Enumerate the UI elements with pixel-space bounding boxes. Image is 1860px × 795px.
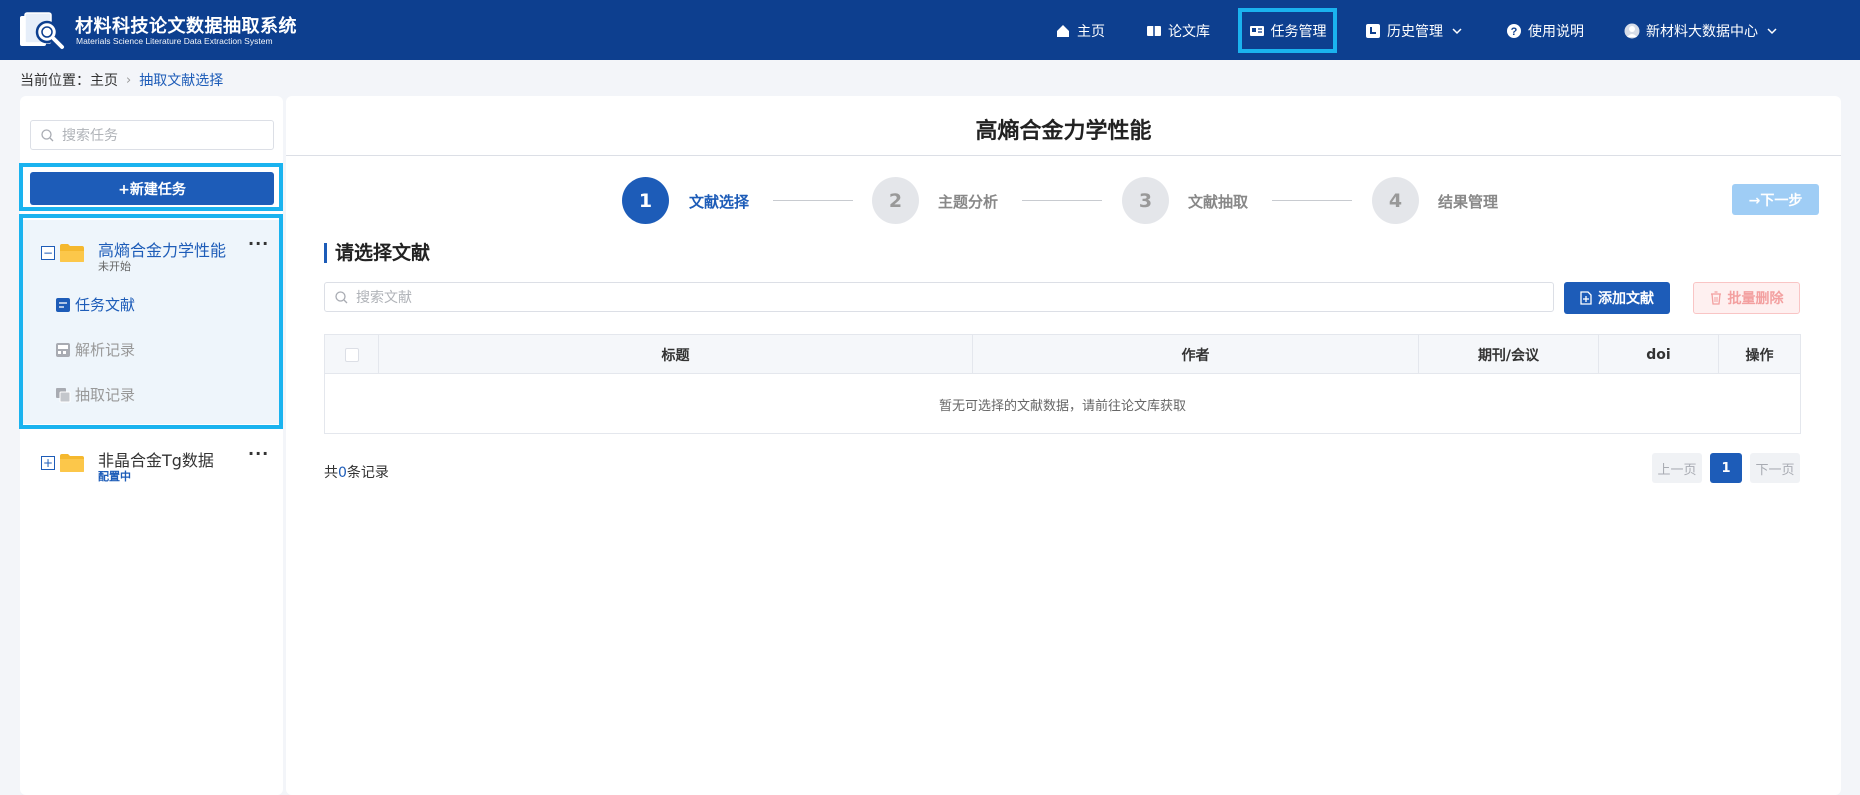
task-sidebar: 搜索任务 +新建任务 − 高熵合金力学性能 未开始 ··· 任务文献 解析记录 …: [19, 96, 283, 795]
task-search-placeholder: 搜索任务: [62, 128, 118, 144]
breadcrumb-prefix: 当前位置：: [20, 73, 90, 89]
record-count: 共0条记录: [324, 462, 389, 482]
batch-delete-button[interactable]: 批量删除: [1693, 282, 1800, 314]
step-2-circle: 2: [872, 177, 919, 224]
nav-user-label: 新材料大数据中心: [1646, 23, 1758, 40]
help-icon: ?: [1507, 23, 1521, 38]
record-count-suffix: 条记录: [346, 465, 389, 481]
step-connector: [1022, 200, 1102, 201]
search-icon: [41, 128, 54, 141]
nav-help[interactable]: ? 使用说明: [1496, 8, 1594, 53]
task-card-icon: [1249, 25, 1264, 36]
column-header-doi: doi: [1599, 335, 1719, 374]
nav-help-label: 使用说明: [1528, 23, 1584, 40]
top-navbar: 材料科技论文数据抽取系统 Materials Science Literatur…: [0, 0, 1860, 60]
breadcrumb-home[interactable]: 主页: [90, 70, 118, 90]
new-task-button[interactable]: +新建任务: [30, 172, 274, 205]
column-header-title: 标题: [379, 335, 973, 374]
divider: [286, 155, 1841, 156]
column-header-author: 作者: [973, 335, 1419, 374]
add-document-button[interactable]: 添加文献: [1564, 282, 1670, 314]
section-title: 请选择文献: [324, 243, 430, 263]
task-status: 配置中: [98, 470, 131, 483]
expand-icon[interactable]: +: [41, 456, 55, 470]
folder-icon: [60, 454, 84, 472]
add-document-label: 添加文献: [1598, 291, 1654, 307]
nav-home[interactable]: 主页: [1045, 8, 1115, 53]
nav-home-label: 主页: [1077, 23, 1105, 40]
table-empty-text: 暂无可选择的文献数据，请前往论文库获取: [938, 398, 1186, 414]
batch-delete-label: 批量删除: [1727, 291, 1784, 307]
file-add-icon: [1580, 291, 1592, 305]
highlight-frame: [19, 214, 283, 429]
select-all-cell: [325, 335, 379, 374]
task-item-collapsed: + 非晶合金Tg数据 配置中 ···: [20, 436, 283, 483]
chevron-down-icon: [1767, 27, 1777, 34]
breadcrumb: 当前位置： 主页 › 抽取文献选择: [20, 70, 223, 90]
nav-history-label: 历史管理: [1387, 23, 1443, 40]
logo-icon: [20, 12, 64, 49]
nav-task-management[interactable]: 任务管理: [1238, 8, 1337, 53]
nav-task-label: 任务管理: [1270, 23, 1327, 40]
page-number-button[interactable]: 1: [1710, 453, 1742, 483]
task-search-input[interactable]: 搜索任务: [30, 120, 274, 150]
nav-library-label: 论文库: [1168, 23, 1210, 40]
app-subtitle: Materials Science Literature Data Extrac…: [76, 36, 273, 46]
user-avatar-icon: [1624, 23, 1640, 38]
history-icon: [1366, 23, 1380, 38]
select-all-checkbox[interactable]: [344, 347, 359, 362]
chevron-down-icon: [1452, 27, 1462, 34]
step-1-label: 文献选择: [689, 193, 750, 211]
column-header-journal: 期刊/会议: [1419, 335, 1599, 374]
record-count-prefix: 共: [324, 465, 338, 481]
table-header: 标题 作者 期刊/会议 doi 操作: [325, 335, 1800, 374]
step-connector: [773, 200, 853, 201]
page-title: 高熵合金力学性能: [975, 119, 1152, 144]
book-icon: [1147, 25, 1161, 36]
app-title: 材料科技论文数据抽取系统: [75, 16, 297, 37]
document-table: 标题 作者 期刊/会议 doi 操作 暂无可选择的文献数据，请前往论文库获取: [324, 334, 1801, 434]
main-panel: 高熵合金力学性能 1 文献选择 2 主题分析 3 文献抽取 4 结果管理 →下一…: [286, 96, 1841, 795]
nav-history[interactable]: 历史管理: [1355, 8, 1473, 53]
step-3-label: 文献抽取: [1188, 193, 1249, 211]
more-icon[interactable]: ···: [248, 444, 269, 463]
next-page-button[interactable]: 下一页: [1750, 453, 1800, 483]
svg-text:?: ?: [1511, 26, 1518, 38]
trash-icon: [1710, 291, 1721, 305]
column-header-actions: 操作: [1745, 347, 1774, 364]
document-search-input[interactable]: 搜索文献: [324, 282, 1554, 312]
chevron-right-icon: ›: [126, 72, 132, 88]
document-search-placeholder: 搜索文献: [356, 290, 412, 306]
step-4-circle: 4: [1372, 177, 1419, 224]
step-2-label: 主题分析: [938, 193, 999, 211]
nav-user-menu[interactable]: 新材料大数据中心: [1614, 8, 1788, 53]
nav-library[interactable]: 论文库: [1136, 8, 1220, 53]
step-4-label: 结果管理: [1438, 193, 1499, 211]
step-3-circle: 3: [1122, 177, 1169, 224]
step-1-circle: 1: [622, 177, 669, 224]
home-icon: [1057, 24, 1069, 37]
next-step-button[interactable]: →下一步: [1732, 184, 1819, 215]
search-icon: [335, 290, 348, 303]
record-count-number: 0: [338, 465, 347, 481]
step-connector: [1272, 200, 1352, 201]
prev-page-button[interactable]: 上一页: [1652, 453, 1702, 483]
breadcrumb-current: 抽取文献选择: [139, 73, 224, 89]
